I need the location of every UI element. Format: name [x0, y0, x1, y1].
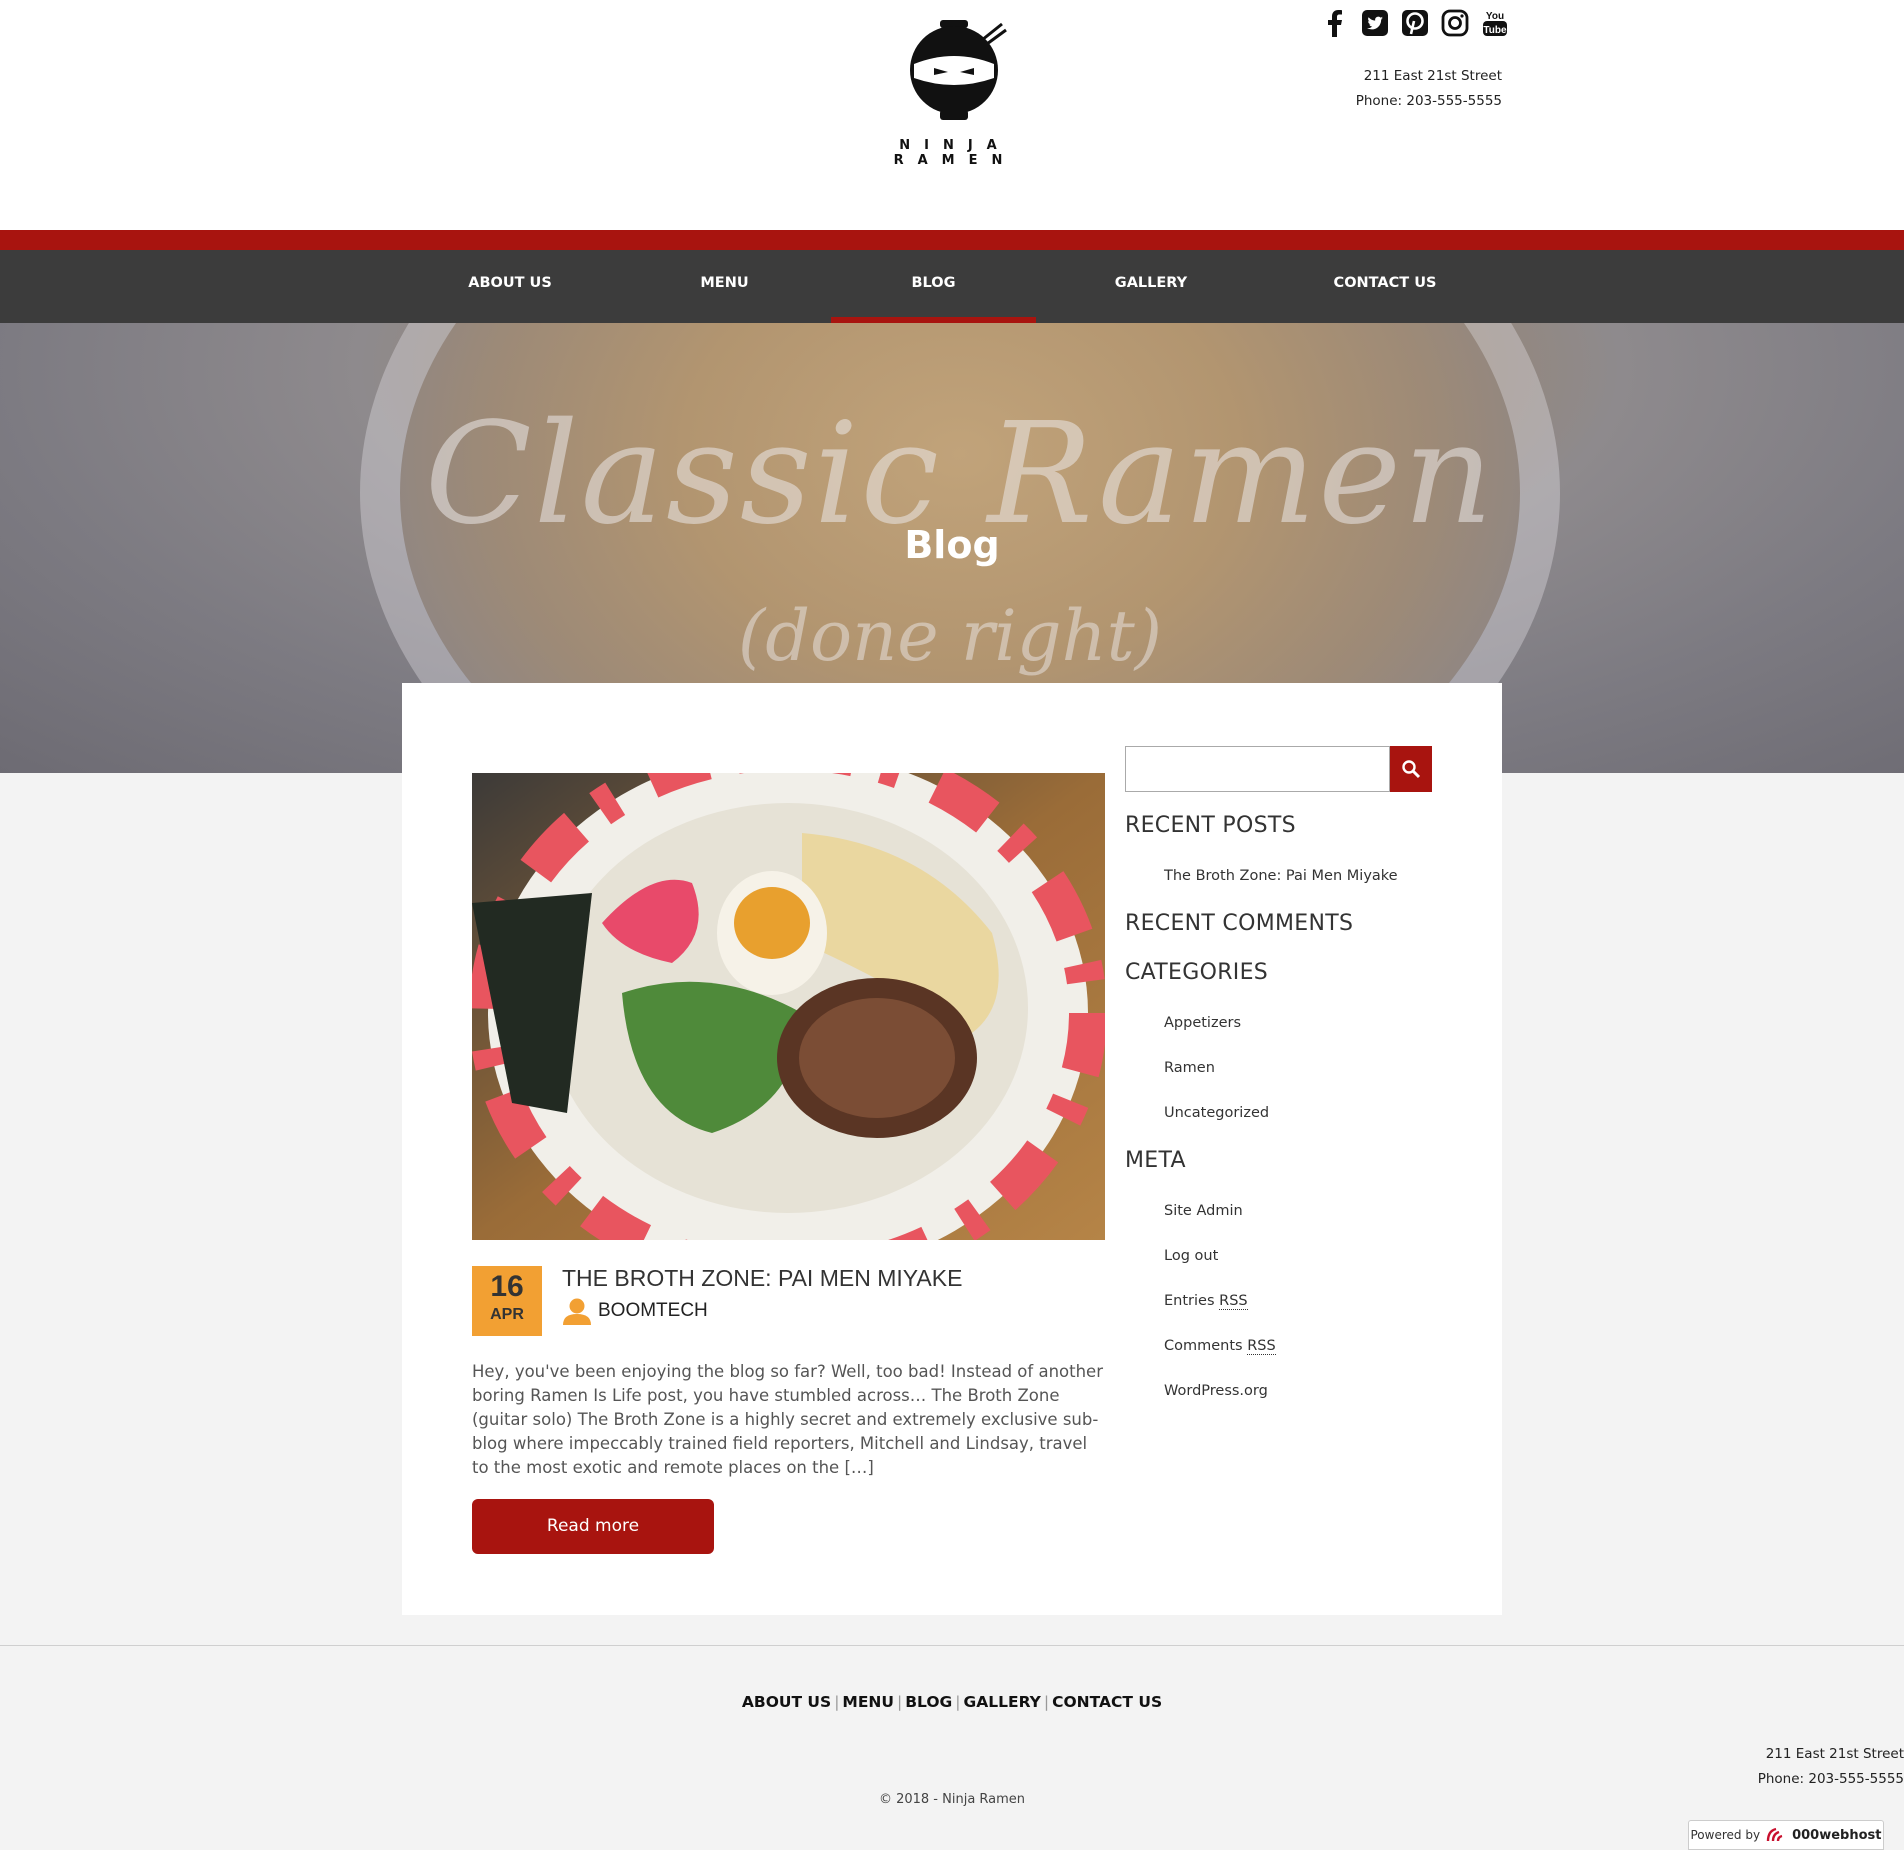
facebook-icon[interactable]: [1320, 8, 1350, 40]
content-card: 16 APR THE BROTH ZONE: PAI MEN MIYAKE BO…: [402, 683, 1502, 1615]
youtube-icon[interactable]: You Tube: [1480, 8, 1510, 40]
svg-text:Tube: Tube: [1483, 25, 1507, 36]
search-input[interactable]: [1125, 746, 1390, 792]
footer-about-us[interactable]: ABOUT US: [742, 1693, 831, 1711]
pinterest-icon[interactable]: [1400, 8, 1430, 40]
page-title: Blog: [904, 523, 1000, 567]
categories-heading: CATEGORIES: [1125, 960, 1269, 985]
footer-street: 211 East 21st Street: [1765, 1746, 1904, 1762]
twitter-icon[interactable]: [1360, 8, 1390, 40]
street-address: 211 East 21st Street: [1363, 68, 1502, 84]
author-link[interactable]: BOOMTECH: [598, 1300, 708, 1322]
read-more-button[interactable]: Read more: [472, 1499, 714, 1554]
footer-separator: |: [1043, 1693, 1050, 1711]
search-form: [1125, 746, 1432, 792]
meta-wordpress-org[interactable]: WordPress.org: [1164, 1383, 1268, 1399]
powered-by-label: Powered by: [1690, 1828, 1761, 1842]
footer-divider: [0, 1645, 1904, 1646]
search-icon: [1402, 760, 1421, 779]
social-links: You Tube: [1320, 8, 1510, 40]
instagram-icon[interactable]: [1440, 8, 1470, 40]
hero-script-subtext: (done right): [737, 595, 1163, 677]
category-uncategorized[interactable]: Uncategorized: [1164, 1105, 1269, 1121]
footer-blog[interactable]: BLOG: [905, 1693, 952, 1711]
entries-label: Entries: [1164, 1293, 1220, 1309]
category-ramen[interactable]: Ramen: [1164, 1060, 1215, 1076]
rss-abbr: RSS: [1247, 1338, 1276, 1355]
main-nav: ABOUT US MENU BLOG GALLERY CONTACT US: [0, 250, 1904, 323]
post-featured-image[interactable]: [472, 773, 1105, 1240]
post-author: BOOMTECH: [562, 1295, 708, 1327]
meta-heading: META: [1125, 1148, 1186, 1173]
footer-address: 211 East 21st Street Phone: 203-555-5555: [1700, 1742, 1904, 1792]
recent-comments-heading: RECENT COMMENTS: [1125, 911, 1354, 936]
search-button[interactable]: [1390, 746, 1432, 792]
nav-blog[interactable]: BLOG: [831, 250, 1036, 323]
meta-comments-rss[interactable]: Comments RSS: [1164, 1338, 1276, 1355]
footer-phone: Phone: 203-555-5555: [1757, 1771, 1904, 1787]
webhost-logo-icon: [1766, 1827, 1783, 1842]
footer-separator: |: [834, 1693, 840, 1711]
post-date-month: APR: [490, 1306, 524, 1323]
accent-stripe: [0, 230, 1904, 250]
nav-menu[interactable]: MENU: [662, 250, 787, 323]
post-date-day: 16: [490, 1270, 524, 1303]
phone-number: Phone: 203-555-5555: [1355, 93, 1502, 109]
nav-contact-us[interactable]: CONTACT US: [1320, 250, 1450, 323]
footer-gallery[interactable]: GALLERY: [964, 1693, 1041, 1711]
meta-log-out[interactable]: Log out: [1164, 1248, 1218, 1264]
header-address: 211 East 21st Street Phone: 203-555-5555: [1300, 64, 1502, 114]
nav-gallery[interactable]: GALLERY: [1090, 250, 1212, 323]
meta-entries-rss[interactable]: Entries RSS: [1164, 1293, 1248, 1310]
footer-menu[interactable]: MENU: [842, 1693, 894, 1711]
footer-contact-us[interactable]: CONTACT US: [1052, 1693, 1162, 1711]
ninja-logo-icon: [910, 20, 1007, 120]
host-name: 000webhost: [1792, 1827, 1882, 1843]
post-date: 16 APR: [472, 1266, 542, 1336]
rss-abbr: RSS: [1219, 1293, 1248, 1310]
recent-post-link[interactable]: The Broth Zone: Pai Men Miyake: [1164, 868, 1398, 884]
ramen-bowl-photo: [472, 773, 1105, 1240]
footer-separator: |: [955, 1693, 961, 1711]
user-icon: [563, 1298, 591, 1325]
footer-separator: |: [897, 1693, 903, 1711]
svg-text:You: You: [1486, 11, 1504, 22]
nav-about-us[interactable]: ABOUT US: [440, 250, 580, 323]
recent-posts-heading: RECENT POSTS: [1125, 813, 1296, 838]
copyright: © 2018 - Ninja Ramen: [878, 1792, 1026, 1807]
category-appetizers[interactable]: Appetizers: [1164, 1015, 1241, 1031]
logo-wordmark: NINJA RAMEN: [893, 138, 1017, 168]
post-excerpt: Hey, you've been enjoying the blog so fa…: [472, 1362, 1103, 1477]
post-title[interactable]: THE BROTH ZONE: PAI MEN MIYAKE: [562, 1265, 1102, 1292]
meta-site-admin[interactable]: Site Admin: [1164, 1203, 1243, 1219]
site-header: NINJA RAMEN You Tube 211 East 21st Street…: [0, 0, 1904, 230]
footer-nav: ABOUT US | MENU | BLOG | GALLERY | CONTACT US: [0, 1693, 1904, 1711]
site-logo[interactable]: NINJA RAMEN: [850, 18, 1060, 168]
comments-label: Comments: [1164, 1338, 1248, 1354]
powered-by-badge[interactable]: Powered by 000webhost: [1688, 1820, 1884, 1850]
